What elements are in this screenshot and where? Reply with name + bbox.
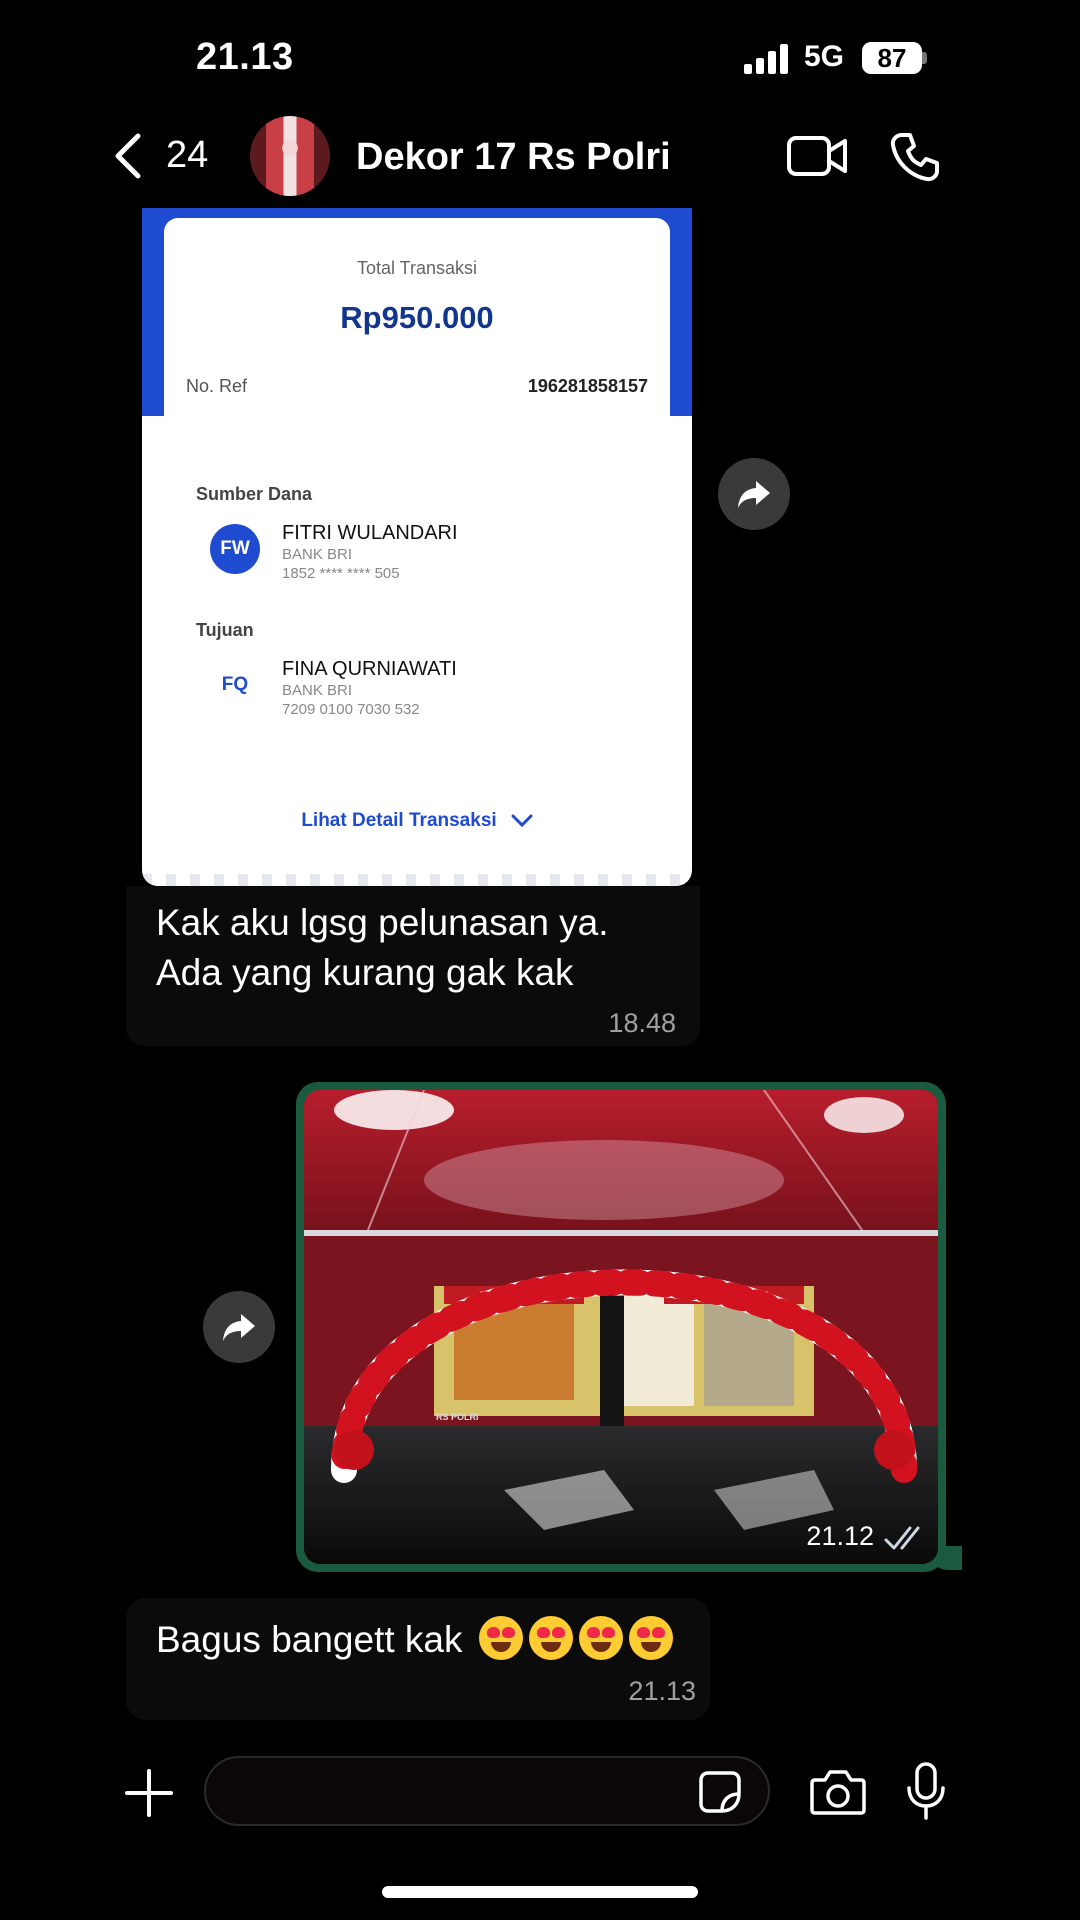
message-text: Bagus bangett kak	[156, 1616, 673, 1661]
chat-header: 24 Dekor 17 Rs Polri	[0, 110, 1080, 200]
forward-button[interactable]	[203, 1291, 275, 1363]
message-text-line1: Kak aku lgsg pelunasan ya.	[156, 902, 609, 943]
message-text-line2: Ada yang kurang gak kak	[156, 952, 574, 993]
status-bar: 21.13 5G 87	[0, 0, 1080, 120]
forward-arrow-icon	[223, 1314, 255, 1341]
chat-title[interactable]: Dekor 17 Rs Polri	[356, 136, 671, 179]
chevron-down-icon	[511, 814, 533, 828]
total-label: Total Transaksi	[356, 258, 478, 278]
ref-value: 196281858157	[527, 376, 648, 396]
outgoing-photo-message[interactable]: DIRGA BAYU DIRGA BAYU RS POLRI 21.12	[296, 1082, 946, 1572]
source-name: FITRI WULANDARI	[282, 522, 458, 544]
receipt-image-message[interactable]: Total Transaksi Rp950.000 No. Ref 196281…	[142, 208, 692, 886]
heart-eyes-emoji-icon	[628, 1616, 673, 1660]
source-bank: BANK BRI	[282, 546, 353, 563]
receipt-tear-edge	[142, 874, 692, 886]
message-text-label: Bagus bangett kak	[156, 1619, 463, 1660]
battery-icon: 87	[862, 42, 922, 74]
read-receipt-icon	[884, 1526, 920, 1550]
forward-button[interactable]	[718, 458, 790, 530]
dest-label: Tujuan	[196, 620, 254, 640]
phone-icon[interactable]	[890, 132, 940, 182]
dest-bank: BANK BRI	[282, 682, 353, 699]
message-time: 18.48	[608, 1008, 676, 1038]
dest-name: FINA QURNIAWATI	[282, 658, 457, 680]
avatar[interactable]	[250, 116, 330, 196]
home-indicator[interactable]	[382, 1886, 698, 1898]
total-amount: Rp950.000	[340, 300, 494, 335]
battery-tip	[922, 52, 927, 64]
source-avatar: FW	[210, 524, 260, 574]
dest-avatar: FQ	[210, 660, 260, 710]
heart-eyes-emoji-icon	[478, 1616, 523, 1660]
balloon-arch-photo: DIRGA BAYU DIRGA BAYU RS POLRI	[304, 1090, 938, 1564]
composer-bar	[0, 1740, 1080, 1850]
source-account: 1852 **** **** 505	[282, 565, 400, 582]
dest-account: 7209 0100 7030 532	[282, 701, 420, 718]
status-time: 21.13	[196, 36, 294, 78]
detail-link-label: Lihat Detail Transaksi	[301, 810, 497, 831]
heart-eyes-emoji-icon	[528, 1616, 573, 1660]
decoration-photo[interactable]: DIRGA BAYU DIRGA BAYU RS POLRI	[304, 1090, 938, 1564]
back-unread-count[interactable]: 24	[166, 134, 208, 177]
receipt-card: Total Transaksi Rp950.000 No. Ref 196281…	[164, 218, 670, 858]
plus-icon[interactable]	[124, 1768, 174, 1818]
incoming-message-caption[interactable]: Kak aku lgsg pelunasan ya. Ada yang kura…	[126, 886, 700, 1046]
network-label: 5G	[804, 40, 845, 73]
source-label: Sumber Dana	[196, 484, 313, 504]
back-chevron-icon[interactable]	[112, 132, 148, 180]
forward-arrow-icon	[738, 481, 770, 508]
message-input[interactable]	[204, 1756, 770, 1826]
signal-icon	[744, 44, 788, 74]
incoming-message-last[interactable]: Bagus bangett kak 21.13	[126, 1598, 710, 1720]
video-call-icon[interactable]	[786, 134, 848, 178]
heart-eyes-emoji-icon	[578, 1616, 623, 1660]
ref-label: No. Ref	[186, 376, 248, 396]
microphone-icon[interactable]	[906, 1762, 946, 1820]
detail-link: Lihat Detail Transaksi	[164, 810, 670, 832]
sticker-icon[interactable]	[698, 1770, 742, 1814]
camera-icon[interactable]	[810, 1766, 866, 1816]
photo-plaque: RS POLRI	[436, 1412, 479, 1422]
photo-time: 21.12	[806, 1521, 874, 1551]
message-time: 21.13	[628, 1676, 696, 1706]
